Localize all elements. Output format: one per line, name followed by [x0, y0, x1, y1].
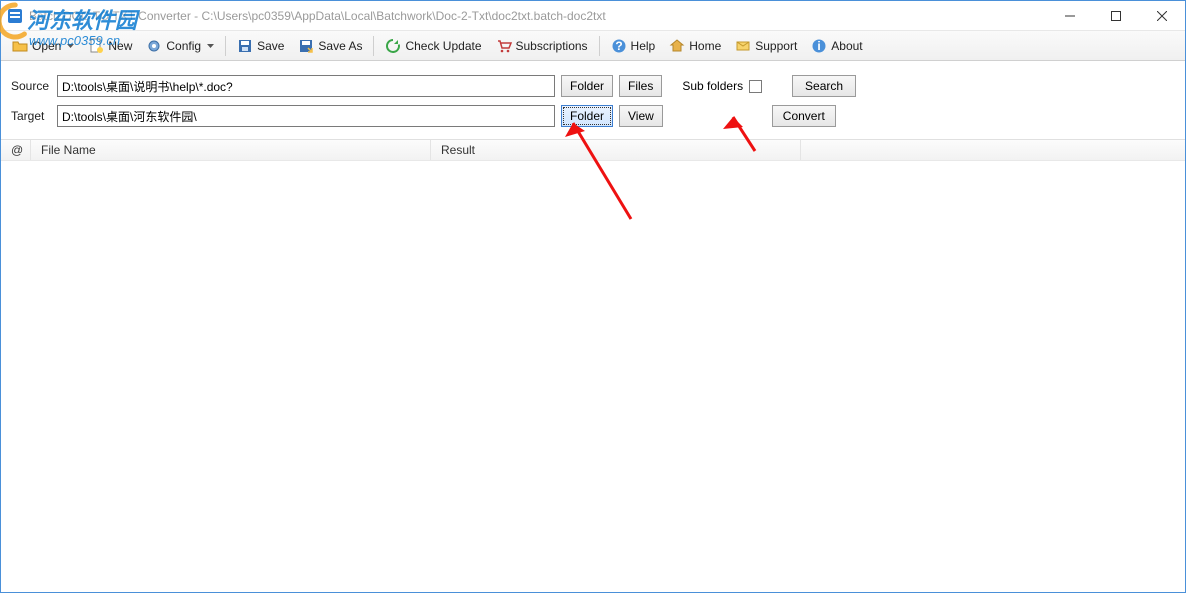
convert-btn-label: Convert: [783, 109, 825, 123]
new-button[interactable]: New: [81, 35, 139, 57]
sub-folders-label: Sub folders: [682, 79, 743, 93]
search-button[interactable]: Search: [792, 75, 856, 97]
config-button[interactable]: Config: [139, 35, 221, 57]
convert-button[interactable]: Convert: [772, 105, 836, 127]
check-update-label: Check Update: [405, 39, 481, 53]
new-file-icon: [88, 38, 104, 54]
help-button[interactable]: ? Help: [604, 35, 663, 57]
home-label: Home: [689, 39, 721, 53]
subscriptions-label: Subscriptions: [516, 39, 588, 53]
open-label: Open: [32, 39, 61, 53]
config-label: Config: [166, 39, 201, 53]
toolbar-separator: [373, 36, 374, 56]
minimize-button[interactable]: [1047, 1, 1093, 30]
save-label: Save: [257, 39, 284, 53]
folder-btn-label: Folder: [570, 79, 604, 93]
folder-btn-label: Folder: [570, 109, 604, 123]
column-at[interactable]: @: [1, 140, 31, 160]
close-button[interactable]: [1139, 1, 1185, 30]
home-button[interactable]: Home: [662, 35, 728, 57]
dropdown-icon: [67, 44, 74, 48]
dropdown-icon: [207, 44, 214, 48]
files-btn-label: Files: [628, 79, 653, 93]
target-row: Target Folder View Convert: [1, 99, 1185, 133]
list-header: @ File Name Result: [1, 139, 1185, 161]
target-label: Target: [11, 109, 51, 123]
new-label: New: [108, 39, 132, 53]
support-label: Support: [755, 39, 797, 53]
target-folder-button[interactable]: Folder: [561, 105, 613, 127]
target-view-button[interactable]: View: [619, 105, 663, 127]
folder-open-icon: [12, 38, 28, 54]
check-update-button[interactable]: Check Update: [378, 35, 488, 57]
gear-icon: [146, 38, 162, 54]
save-as-button[interactable]: Save As: [291, 35, 369, 57]
maximize-button[interactable]: [1093, 1, 1139, 30]
help-icon: ?: [611, 38, 627, 54]
toolbar: Open New Config Save Save As Check Updat…: [1, 31, 1185, 61]
support-button[interactable]: Support: [728, 35, 804, 57]
save-as-label: Save As: [318, 39, 362, 53]
app-icon: [7, 8, 23, 24]
source-row: Source Folder Files Sub folders Search: [1, 69, 1185, 99]
target-input[interactable]: [57, 105, 555, 127]
toolbar-separator: [225, 36, 226, 56]
source-input[interactable]: [57, 75, 555, 97]
save-button[interactable]: Save: [230, 35, 291, 57]
svg-text:i: i: [818, 39, 821, 53]
title-bar: Batch DOC TO TXT Converter - C:\Users\pc…: [1, 1, 1185, 31]
home-icon: [669, 38, 685, 54]
svg-text:?: ?: [615, 39, 622, 53]
sub-folders-checkbox[interactable]: [749, 80, 762, 93]
toolbar-separator: [599, 36, 600, 56]
list-body[interactable]: [1, 161, 1185, 592]
save-icon: [237, 38, 253, 54]
view-btn-label: View: [628, 109, 654, 123]
cart-icon: [496, 38, 512, 54]
mail-icon: [735, 38, 751, 54]
search-btn-label: Search: [805, 79, 843, 93]
window-title: Batch DOC TO TXT Converter - C:\Users\pc…: [29, 9, 606, 23]
open-button[interactable]: Open: [5, 35, 81, 57]
column-result[interactable]: Result: [431, 140, 801, 160]
about-label: About: [831, 39, 862, 53]
source-files-button[interactable]: Files: [619, 75, 662, 97]
about-button[interactable]: i About: [804, 35, 869, 57]
column-filename[interactable]: File Name: [31, 140, 431, 160]
refresh-icon: [385, 38, 401, 54]
save-as-icon: [298, 38, 314, 54]
column-blank: [801, 140, 1185, 160]
help-label: Help: [631, 39, 656, 53]
subscriptions-button[interactable]: Subscriptions: [489, 35, 595, 57]
source-label: Source: [11, 79, 51, 93]
info-icon: i: [811, 38, 827, 54]
source-folder-button[interactable]: Folder: [561, 75, 613, 97]
